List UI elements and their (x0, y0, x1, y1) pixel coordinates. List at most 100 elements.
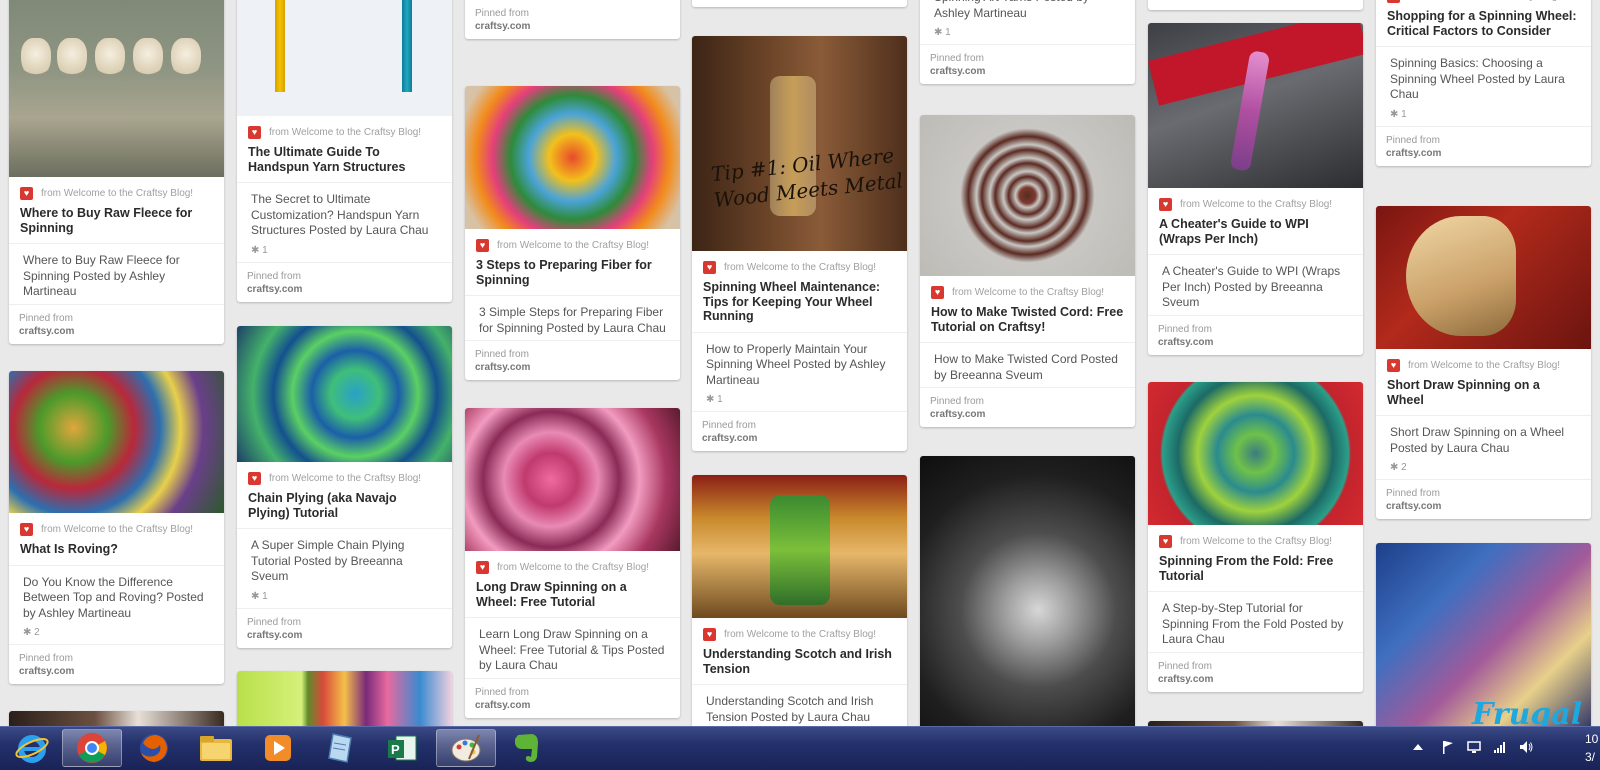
system-clock[interactable]: 10 3/ (1585, 730, 1598, 766)
pin-image[interactable] (920, 115, 1135, 276)
pin-card[interactable]: ♥ from Welcome to the Craftsy Blog! 3 Step… (465, 86, 680, 380)
pin-title[interactable]: A Cheater's Guide to WPI (Wraps Per Inch… (1148, 211, 1363, 254)
pin-title[interactable]: Spinning Wheel Maintenance: Tips for Kee… (692, 274, 907, 332)
pinned-from-domain[interactable]: craftsy.com (930, 66, 985, 77)
pinned-from-domain[interactable]: craftsy.com (19, 326, 74, 337)
pinned-from-domain[interactable]: craftsy.com (247, 630, 302, 641)
pin-title[interactable]: Long Draw Spinning on a Wheel: Free Tuto… (465, 574, 680, 617)
pin-card[interactable]: ♥ from Welcome to the Craftsy Blog! Where … (9, 0, 224, 344)
pin-title[interactable]: Where to Buy Raw Fleece for Spinning (9, 200, 224, 243)
file-explorer-button[interactable] (186, 729, 246, 767)
pin-title[interactable]: The Ultimate Guide To Handspun Yarn Stru… (237, 139, 452, 182)
pin-card[interactable] (237, 671, 452, 726)
pinned-from-domain[interactable]: craftsy.com (475, 362, 530, 373)
pin-source[interactable]: ♥ from Welcome to the Craftsy Blog! (465, 551, 680, 574)
pin-card[interactable]: ✱ 1Pinned fromcraftsy.com (465, 0, 680, 39)
chrome-button[interactable] (62, 729, 122, 767)
pin-source[interactable]: ♥ from Welcome to the Craftsy Blog! (9, 177, 224, 200)
pin-card[interactable]: ♥ from Welcome to the Craftsy Blog! The Ul… (237, 0, 452, 302)
pin-image[interactable] (237, 326, 452, 462)
pin-card[interactable]: ♥ from Welcome to the Craftsy Blog! What I… (9, 371, 224, 684)
pinned-from-domain[interactable]: craftsy.com (930, 409, 985, 420)
pin-title[interactable]: Understanding Scotch and Irish Tension (692, 641, 907, 684)
pin-source[interactable]: ♥ from Welcome to the Craftsy Blog! (692, 251, 907, 274)
pin-title[interactable]: Chain Plying (aka Navajo Plying) Tutoria… (237, 485, 452, 528)
pinned-from[interactable]: Pinned from craftsy.com (465, 0, 680, 39)
pinned-from[interactable]: Pinned from craftsy.com (1376, 479, 1591, 519)
pin-source[interactable]: ♥ from Welcome to the Craftsy Blog! (237, 116, 452, 139)
pin-title[interactable]: Short Draw Spinning on a Wheel (1376, 372, 1591, 415)
internet-explorer-button[interactable] (2, 729, 62, 767)
pinned-from[interactable]: Pinned from craftsy.com (920, 387, 1135, 427)
show-hidden-icons-icon[interactable] (1410, 739, 1426, 755)
action-center-flag-icon[interactable] (1440, 739, 1456, 755)
pinned-from[interactable]: Pinned from craftsy.com (692, 411, 907, 451)
repin-count[interactable]: ✱ 1 (692, 392, 907, 411)
pinned-from[interactable]: Pinned from craftsy.com (9, 303, 224, 344)
pin-card[interactable] (1148, 0, 1363, 10)
network-signal-icon[interactable] (1492, 739, 1508, 755)
pin-image[interactable] (9, 711, 224, 726)
repin-count[interactable]: ✱ 2 (1376, 460, 1591, 479)
pin-source[interactable]: ♥ from Welcome to the Craftsy Blog! (1148, 188, 1363, 211)
pin-source[interactable]: ♥ from Welcome to the Craftsy Blog! (692, 618, 907, 641)
pin-image[interactable]: Tip #1: Oil Where Wood Meets Metal (692, 36, 907, 251)
pin-card[interactable]: ♥ from Welcome to the Craftsy Blog! Unders… (692, 475, 907, 726)
pinned-from[interactable]: Pinned from craftsy.com (237, 261, 452, 302)
paint-button[interactable] (436, 729, 496, 767)
pin-card[interactable]: craftsy.com (692, 0, 907, 7)
pinned-from[interactable]: Pinned from craftsy.com (237, 607, 452, 648)
pin-card[interactable]: ♥ from Welcome to the Craftsy Blog!Shoppi… (1376, 0, 1591, 166)
notepad-button[interactable] (310, 729, 370, 767)
pinned-from-domain[interactable]: craftsy.com (1386, 148, 1441, 159)
pin-image[interactable] (237, 671, 452, 726)
repin-count[interactable]: ✱ 1 (1376, 107, 1591, 126)
pin-image[interactable] (1376, 206, 1591, 349)
pin-image[interactable] (1148, 23, 1363, 188)
pin-source[interactable]: ♥ from Welcome to the Craftsy Blog! (920, 276, 1135, 299)
pinned-from[interactable]: Pinned from craftsy.com (465, 677, 680, 718)
pin-source[interactable]: ♥ from Welcome to the Craftsy Blog! (9, 513, 224, 536)
pin-card[interactable]: ♥ from Welcome to the Craftsy Blog! Chain … (237, 326, 452, 648)
pin-image[interactable] (920, 456, 1135, 726)
pinned-from[interactable]: Pinned from craftsy.com (1148, 651, 1363, 692)
pinned-from[interactable]: Pinned from craftsy.com (920, 44, 1135, 84)
firefox-button[interactable] (124, 729, 184, 767)
pinned-from[interactable]: Pinned from craftsy.com (465, 340, 680, 380)
pin-card[interactable]: ♥ from Welcome to the Craftsy Blog! Long D… (465, 408, 680, 718)
repin-count[interactable]: ✱ 1 (920, 25, 1135, 44)
pinned-from-domain[interactable]: craftsy.com (1386, 501, 1441, 512)
publisher-button[interactable]: P (372, 729, 432, 767)
pin-title[interactable]: What Is Roving? (9, 536, 224, 565)
repin-count[interactable]: ✱ 1 (237, 243, 452, 262)
pin-title[interactable]: How to Make Twisted Cord: Free Tutorial … (920, 299, 1135, 342)
pin-image[interactable] (465, 86, 680, 229)
pin-source[interactable]: ♥ from Welcome to the Craftsy Blog! (1376, 349, 1591, 372)
pinned-from-domain[interactable]: craftsy.com (247, 284, 302, 295)
pin-image[interactable] (237, 0, 452, 116)
pin-card[interactable]: ♥ from Welcome to the Craftsy Blog! How to… (920, 115, 1135, 427)
pin-card[interactable] (9, 711, 224, 726)
pin-image[interactable] (9, 371, 224, 513)
evernote-button[interactable] (496, 729, 556, 767)
pin-card[interactable]: ♥ from Welcome to the Craftsy Blog! Spinni… (1148, 382, 1363, 692)
pin-source[interactable]: ♥ from Welcome to the Craftsy Blog! (1148, 525, 1363, 548)
pinned-from[interactable]: Pinned from craftsy.com (1148, 314, 1363, 355)
pin-image[interactable] (465, 408, 680, 551)
pin-card[interactable]: ♥ from Welcome to the Craftsy Blog! A Chea… (1148, 23, 1363, 355)
media-player-button[interactable] (248, 729, 308, 767)
pin-title[interactable]: Spinning From the Fold: Free Tutorial (1148, 548, 1363, 591)
pinned-from[interactable]: craftsy.com (692, 0, 907, 7)
pin-image[interactable] (9, 0, 224, 177)
pinned-from-domain[interactable]: craftsy.com (702, 433, 757, 444)
volume-icon[interactable] (1518, 739, 1534, 755)
pin-source[interactable]: ♥ from Welcome to the Craftsy Blog! (465, 229, 680, 252)
pinned-from[interactable]: Pinned from craftsy.com (9, 644, 224, 684)
pin-image[interactable] (692, 475, 907, 618)
pin-image[interactable] (1148, 382, 1363, 525)
pin-card[interactable] (920, 456, 1135, 726)
pinned-from-domain[interactable]: craftsy.com (1158, 337, 1213, 348)
pinned-from-domain[interactable]: craftsy.com (475, 700, 530, 711)
display-icon[interactable] (1466, 739, 1482, 755)
pin-title[interactable]: Shopping for a Spinning Wheel: Critical … (1376, 3, 1591, 46)
